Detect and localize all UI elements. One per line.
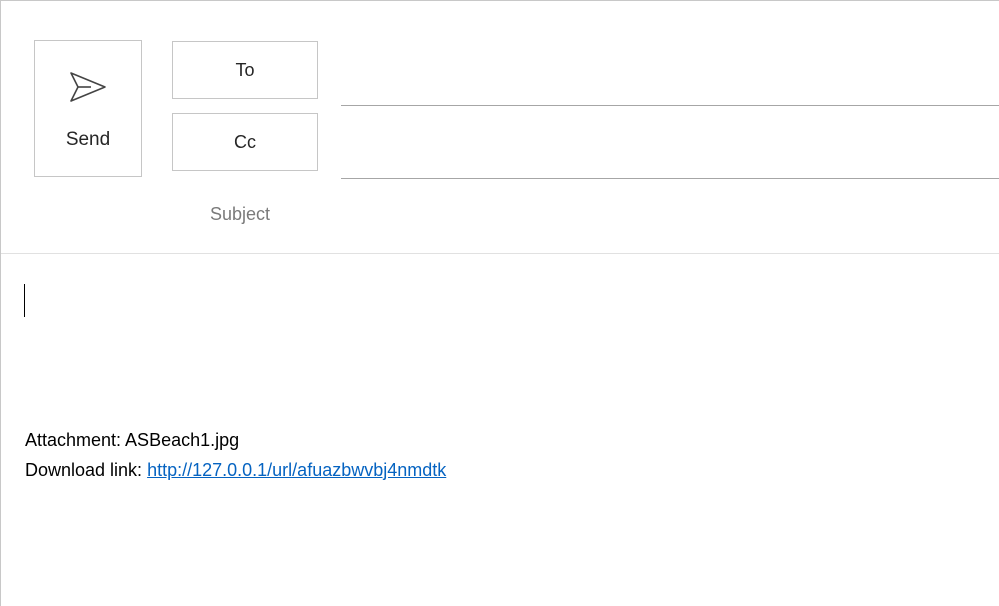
send-button[interactable]: Send — [34, 40, 142, 177]
download-line: Download link: http://127.0.0.1/url/afua… — [25, 455, 446, 485]
to-input[interactable] — [341, 75, 999, 106]
cc-label: Cc — [234, 131, 256, 152]
compose-header: Send To Cc Subject — [1, 1, 999, 254]
download-link[interactable]: http://127.0.0.1/url/afuazbwvbj4nmdtk — [147, 460, 446, 480]
cc-button[interactable]: Cc — [172, 113, 318, 171]
to-label: To — [235, 59, 255, 80]
subject-label: Subject — [210, 204, 271, 224]
compose-window: Send To Cc Subject Attachment: ASBeach1.… — [0, 0, 999, 606]
subject-input[interactable] — [341, 199, 999, 235]
download-label: Download link: — [25, 460, 143, 480]
attachment-line: Attachment: ASBeach1.jpg — [25, 430, 240, 450]
message-body[interactable]: Attachment: ASBeach1.jpg Download link: … — [1, 254, 999, 606]
message-text: Attachment: ASBeach1.jpg Download link: … — [25, 425, 446, 485]
send-icon — [69, 69, 107, 105]
text-caret — [24, 284, 25, 317]
to-button[interactable]: To — [172, 41, 318, 99]
send-label: Send — [65, 129, 111, 150]
cc-input[interactable] — [341, 148, 999, 179]
